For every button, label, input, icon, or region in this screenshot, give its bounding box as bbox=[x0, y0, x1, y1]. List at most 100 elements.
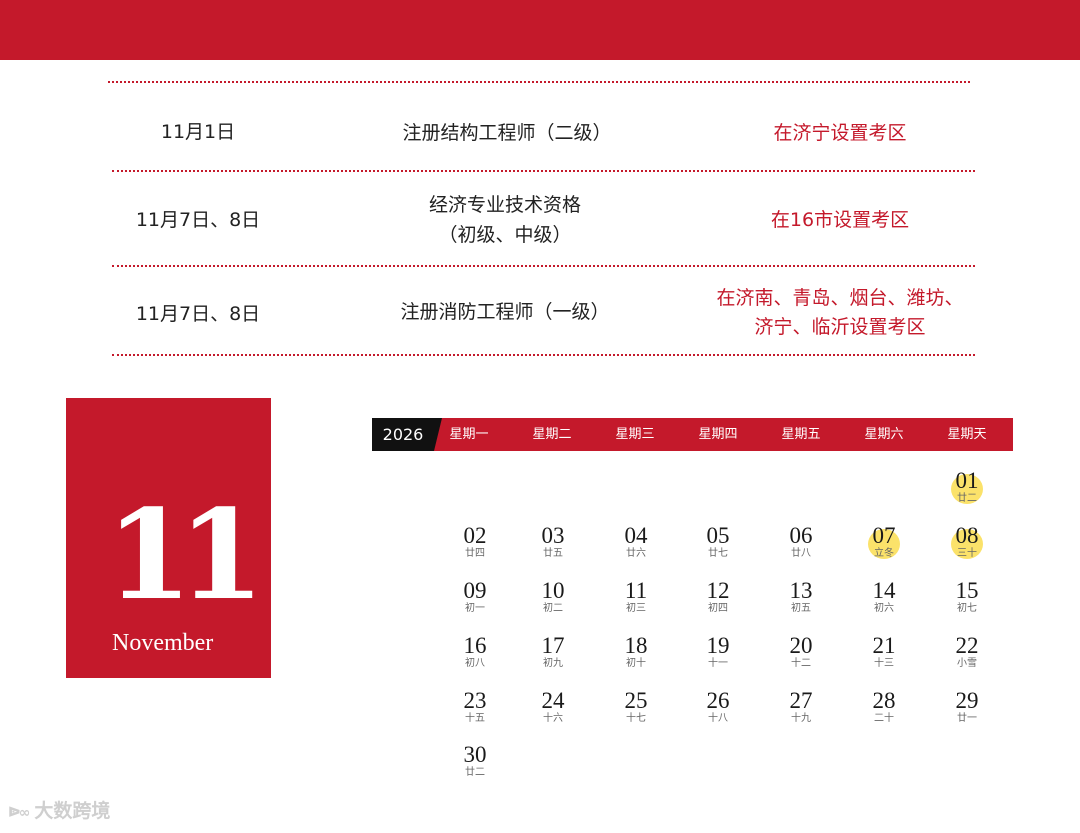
calendar-day: 30 廿二 bbox=[443, 742, 507, 779]
calendar-day: 04 廿六 bbox=[604, 523, 668, 560]
exam-location: 在济宁设置考区 bbox=[773, 122, 907, 144]
divider bbox=[108, 81, 970, 83]
day-number: 28 bbox=[872, 688, 896, 713]
weekday-label: 星期五 bbox=[781, 427, 821, 442]
exam-date: 11月7日、8日 bbox=[135, 303, 261, 325]
exam-date: 11月7日、8日 bbox=[135, 209, 261, 231]
day-number: 04 bbox=[624, 523, 648, 548]
lunar-date: 初九 bbox=[543, 658, 563, 669]
calendar-day: 06 廿八 bbox=[769, 524, 833, 560]
divider bbox=[112, 354, 975, 356]
day-number: 29 bbox=[955, 688, 979, 713]
lunar-date: 初三 bbox=[626, 603, 646, 614]
calendar-day: 18 初十 bbox=[604, 634, 668, 670]
calendar-day: 15 初七 bbox=[935, 578, 999, 615]
day-number: 07 bbox=[872, 523, 896, 548]
lunar-date: 廿五 bbox=[543, 548, 563, 559]
calendar-day: 14 初六 bbox=[852, 578, 916, 615]
calendar-day: 12 初四 bbox=[686, 578, 750, 615]
lunar-date: 初八 bbox=[465, 658, 485, 669]
calendar-header: 2026 星期一 星期二 星期三 星期四 星期五 星期六 星期天 bbox=[372, 418, 1013, 451]
lunar-date: 廿二 bbox=[957, 493, 977, 504]
calendar-day: 11 初三 bbox=[604, 579, 668, 615]
day-number: 03 bbox=[541, 523, 565, 548]
day-number: 30 bbox=[463, 742, 487, 767]
day-number: 09 bbox=[463, 578, 487, 603]
day-number: 12 bbox=[706, 578, 730, 603]
exam-name: 经济专业技术资格 bbox=[428, 194, 581, 216]
weekday-label: 星期三 bbox=[615, 427, 655, 442]
lunar-date: 廿六 bbox=[626, 548, 646, 559]
day-number: 10 bbox=[541, 578, 565, 603]
day-number: 01 bbox=[955, 468, 979, 493]
lunar-date: 初一 bbox=[465, 603, 485, 614]
calendar-day: 25 十七 bbox=[604, 688, 668, 725]
top-banner bbox=[0, 0, 1080, 60]
day-number: 20 bbox=[789, 633, 813, 658]
watermark-text: 大数跨境 bbox=[34, 800, 111, 822]
day-number: 21 bbox=[872, 633, 896, 658]
lunar-date: 小雪 bbox=[957, 658, 977, 669]
calendar-day: 09 初一 bbox=[443, 578, 507, 615]
lunar-date: 廿一 bbox=[957, 713, 977, 724]
day-number: 15 bbox=[955, 578, 979, 603]
lunar-date: 立冬 bbox=[874, 548, 894, 559]
day-number: 08 bbox=[955, 523, 979, 548]
calendar-day: 02 廿四 bbox=[443, 523, 507, 560]
lunar-date: 十三 bbox=[874, 658, 894, 669]
calendar-day: 20 十二 bbox=[769, 633, 833, 670]
calendar-day: 17 初九 bbox=[521, 634, 585, 670]
exam-name: 注册结构工程师（二级） bbox=[402, 122, 612, 144]
lunar-date: 三十 bbox=[957, 548, 977, 559]
calendar-day: 01 廿二 bbox=[935, 468, 999, 505]
lunar-date: 十七 bbox=[626, 713, 646, 724]
calendar-day: 22 小雪 bbox=[935, 634, 999, 670]
lunar-date: 十二 bbox=[791, 658, 811, 669]
day-number: 24 bbox=[541, 688, 565, 713]
year-label: 2026 bbox=[372, 418, 434, 451]
day-number: 05 bbox=[706, 523, 730, 548]
lunar-date: 廿七 bbox=[708, 548, 728, 559]
day-number: 13 bbox=[789, 578, 813, 603]
day-number: 02 bbox=[463, 523, 487, 548]
calendar-day: 19 十一 bbox=[686, 634, 750, 670]
weekday-label: 星期二 bbox=[532, 427, 572, 442]
divider bbox=[112, 170, 975, 172]
day-number: 14 bbox=[872, 578, 896, 603]
lunar-date: 二十 bbox=[874, 713, 894, 724]
exam-name: 注册消防工程师（一级） bbox=[400, 301, 610, 323]
lunar-date: 廿四 bbox=[465, 548, 485, 559]
calendar-day: 28 二十 bbox=[852, 688, 916, 725]
day-number: 26 bbox=[706, 688, 730, 713]
exam-location: 在16市设置考区 bbox=[770, 209, 910, 231]
calendar-day: 10 初二 bbox=[521, 578, 585, 615]
exam-location-sub: 济宁、临沂设置考区 bbox=[754, 316, 926, 338]
lunar-date: 初五 bbox=[791, 603, 811, 614]
lunar-date: 初二 bbox=[543, 603, 563, 614]
calendar-day: 13 初五 bbox=[769, 578, 833, 615]
calendar-day: 16 初八 bbox=[443, 633, 507, 670]
exam-location: 在济南、青岛、烟台、潍坊、 bbox=[716, 287, 964, 309]
calendar-day: 26 十八 bbox=[686, 688, 750, 725]
day-number: 16 bbox=[463, 633, 487, 658]
lunar-date: 十八 bbox=[708, 713, 728, 724]
calendar-day: 08 三十 bbox=[935, 523, 999, 560]
divider bbox=[112, 265, 975, 267]
lunar-date: 十九 bbox=[791, 713, 811, 724]
lunar-date: 初十 bbox=[626, 658, 646, 669]
month-number: 11 bbox=[106, 483, 265, 628]
lunar-date: 廿八 bbox=[791, 548, 811, 559]
weekday-label: 星期一 bbox=[449, 427, 489, 442]
exam-date: 11月1日 bbox=[160, 121, 236, 143]
lunar-date: 初六 bbox=[874, 603, 894, 614]
calendar-day: 23 十五 bbox=[443, 688, 507, 725]
calendar-day: 27 十九 bbox=[769, 689, 833, 725]
day-number: 23 bbox=[463, 688, 487, 713]
day-number: 25 bbox=[624, 688, 648, 713]
watermark: ᐉ∞ 大数跨境 bbox=[8, 796, 110, 826]
weekday-label: 星期四 bbox=[698, 427, 738, 442]
calendar-day: 03 廿五 bbox=[521, 523, 585, 560]
calendar-day: 07 立冬 bbox=[852, 523, 916, 560]
weekday-label: 星期六 bbox=[864, 427, 904, 442]
brand-logo-icon: ᐉ∞ bbox=[8, 805, 30, 821]
